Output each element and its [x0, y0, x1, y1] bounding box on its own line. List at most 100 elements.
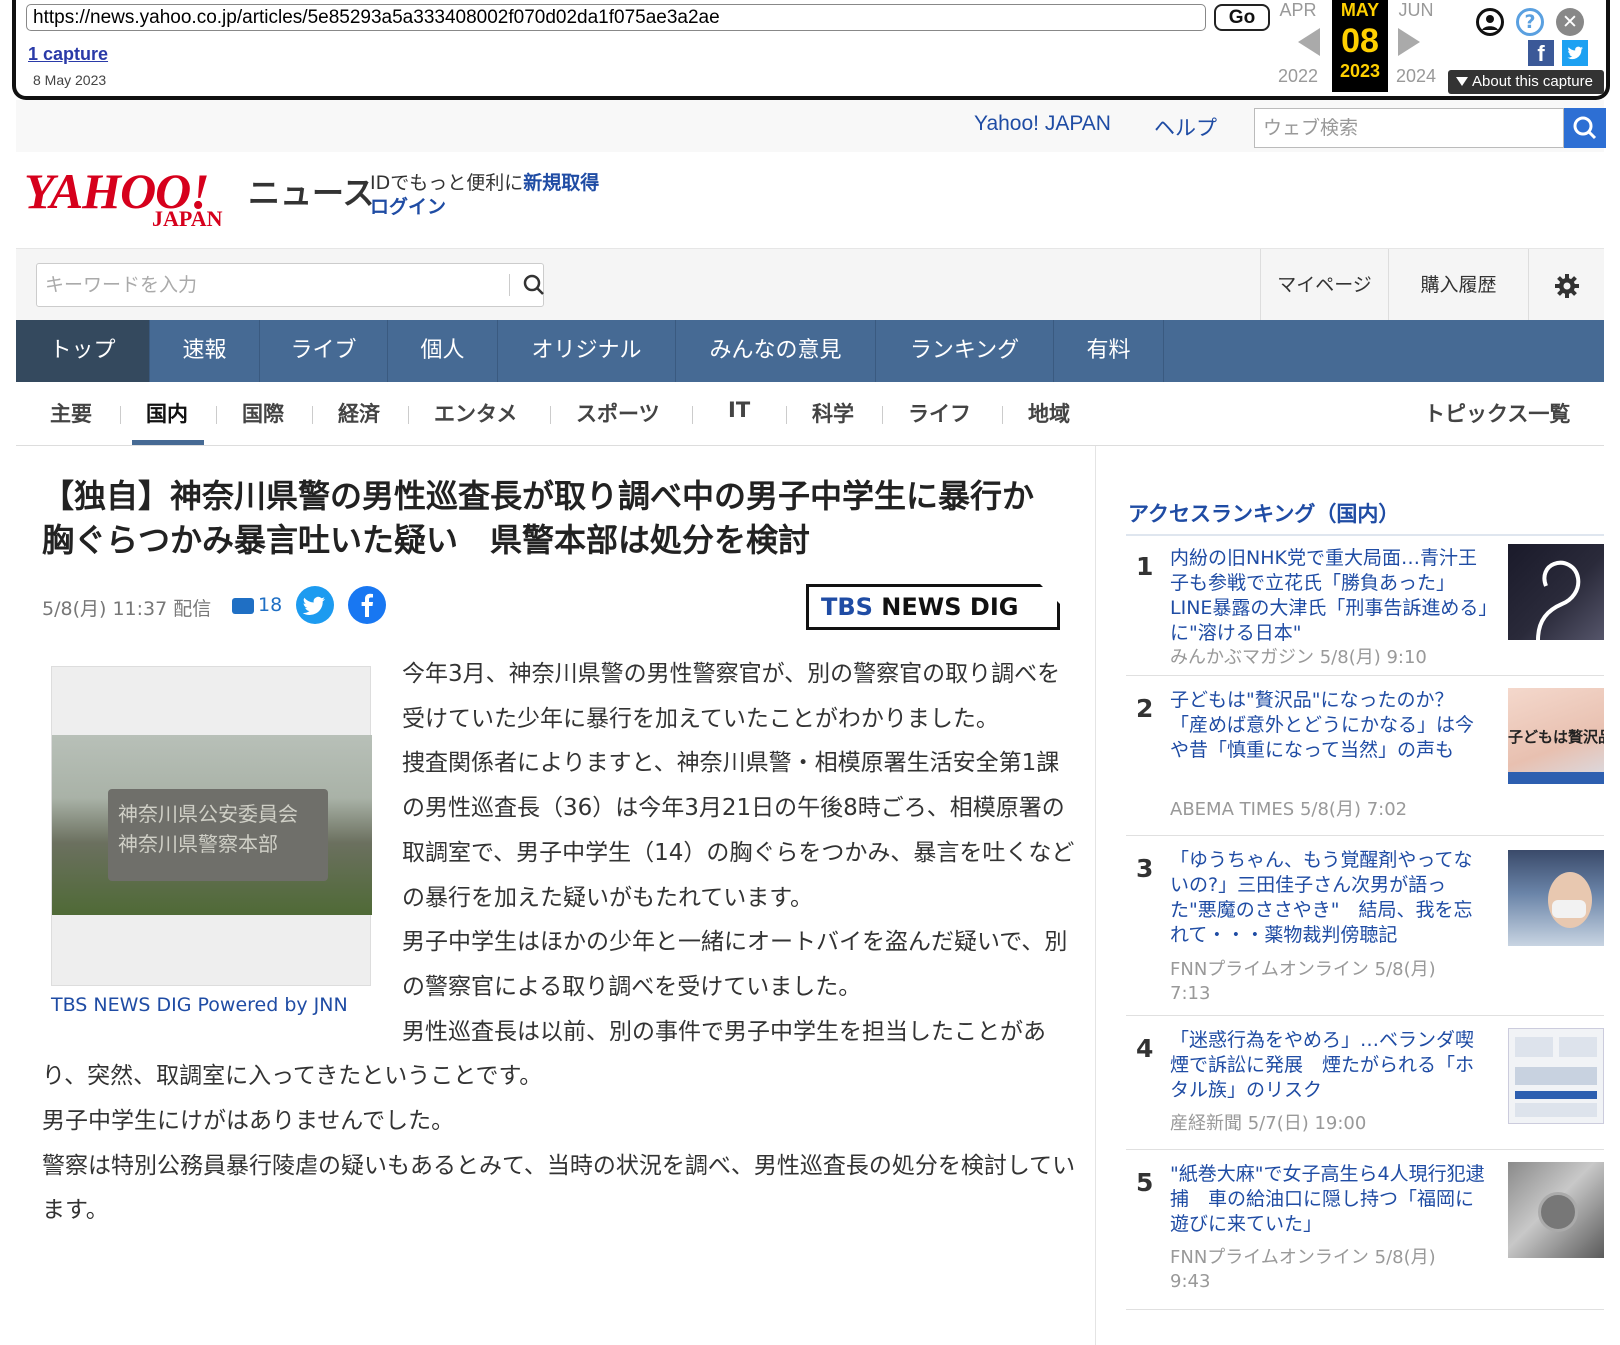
wayback-go-button[interactable]: Go [1214, 4, 1270, 31]
rank-title[interactable]: 「迷惑行為をやめろ」…ベランダ喫煙で訴訟に発展 煙たがられる「ホタル族」のリスク [1170, 1028, 1490, 1103]
web-search-input[interactable]: ウェブ検索 [1254, 108, 1564, 148]
rank-thumbnail[interactable]: 子どもは贅沢品 [1508, 688, 1604, 784]
next-month[interactable]: JUN [1386, 0, 1446, 21]
divider [120, 406, 121, 424]
article-photo[interactable]: 神奈川県公安委員会 神奈川県警察本部 [51, 666, 372, 986]
thumbnail-band [1508, 772, 1604, 784]
rank-thumbnail[interactable] [1508, 850, 1604, 946]
cat-science[interactable]: 科学 [812, 398, 854, 428]
divider [216, 406, 217, 424]
help-icon[interactable]: ? [1516, 8, 1544, 36]
cat-international[interactable]: 国際 [242, 398, 284, 428]
rank-title[interactable]: 子どもは"贅沢品"になったのか？「産めば意外とどうにかなる」は今や昔「慎重になっ… [1170, 688, 1490, 763]
rank-number: 1 [1136, 552, 1154, 581]
purchase-history-link[interactable]: 購入履歴 [1388, 249, 1528, 321]
nav-live[interactable]: ライブ [260, 320, 388, 382]
nav-ranking[interactable]: ランキング [876, 320, 1054, 382]
heading-underline [1126, 534, 1604, 536]
news-service-title[interactable]: ニュース [248, 168, 374, 214]
rank-title[interactable]: "紙巻大麻"で女子高生ら4人現行犯逮捕 車の給油口に隠し持つ「福岡に遊びに来てい… [1170, 1162, 1490, 1237]
cat-it[interactable]: IT [728, 398, 750, 422]
cat-main[interactable]: 主要 [50, 398, 92, 428]
thumbnail-text: 子どもは贅沢品 [1508, 728, 1604, 746]
cat-region[interactable]: 地域 [1028, 398, 1070, 428]
rank-thumbnail[interactable] [1508, 1028, 1604, 1124]
yahoo-utility-bar: Yahoo! JAPAN ヘルプ ウェブ検索 [16, 100, 1606, 152]
twitter-share-icon[interactable] [296, 586, 334, 624]
cat-domestic[interactable]: 国内 [146, 398, 188, 428]
cat-sports[interactable]: スポーツ [576, 398, 660, 428]
wayback-toolbar: https://news.yahoo.co.jp/articles/5e8529… [12, 0, 1610, 100]
rank-source: FNNプライムオンライン 5/8(月) 9:43 [1170, 1247, 1436, 1292]
divider [550, 406, 551, 424]
help-link[interactable]: ヘルプ [1154, 112, 1217, 142]
nav-opinions[interactable]: みんなの意見 [676, 320, 876, 382]
current-capture-date: MAY 08 2023 [1332, 0, 1388, 92]
tbs-news-dig-logo[interactable]: TBS NEWS DIG [806, 584, 1060, 630]
mypage-link[interactable]: マイページ [1260, 249, 1388, 321]
ranking-item[interactable]: 1 内紛の旧NHK党で重大局面…青汁王子も参戦で立花氏「勝負あった」LINE暴露… [1126, 542, 1604, 676]
search-icon[interactable] [521, 272, 547, 298]
current-year: 2023 [1339, 61, 1381, 81]
rank-title[interactable]: 内紛の旧NHK党で重大局面…青汁王子も参戦で立花氏「勝負あった」LINE暴露の大… [1170, 546, 1490, 646]
search-divider [509, 274, 510, 296]
keyword-search-input[interactable]: キーワードを入力 [36, 263, 544, 307]
nav-original[interactable]: オリジナル [498, 320, 676, 382]
rank-title[interactable]: 「ゆうちゃん、もう覚醒剤やってないの?」三田佳子さん次男が語った"悪魔のささやき… [1170, 848, 1490, 948]
nav-personal[interactable]: 個人 [388, 320, 498, 382]
nav-top[interactable]: トップ [16, 320, 150, 382]
about-capture-button[interactable]: About this capture [1448, 70, 1604, 94]
police-hq-sign-image: 神奈川県公安委員会 神奈川県警察本部 [52, 735, 372, 915]
photo-caption[interactable]: TBS NEWS DIG Powered by JNN [51, 994, 348, 1016]
thumbnail-mask [1552, 900, 1586, 918]
rank-source: ABEMA TIMES 5/8(月) 7:02 [1170, 799, 1408, 820]
yahoo-japan-link[interactable]: Yahoo! JAPAN [974, 112, 1111, 136]
ranking-heading: アクセスランキング（国内） [1128, 502, 1400, 526]
web-search-button[interactable] [1564, 108, 1606, 148]
nav-breaking[interactable]: 速報 [150, 320, 260, 382]
cat-economy[interactable]: 経済 [338, 398, 380, 428]
ranking-item[interactable]: 2 子どもは"贅沢品"になったのか？「産めば意外とどうにかなる」は今や昔「慎重に… [1126, 676, 1604, 836]
topics-list-link[interactable]: トピックス一覧 [1424, 398, 1570, 428]
article: 【独自】神奈川県警の男性巡査長が取り調べ中の男子中学生に暴行か 胸ぐらつかみ暴言… [16, 446, 1096, 1345]
ranking-item[interactable]: 5 "紙巻大麻"で女子高生ら4人現行犯逮捕 車の給油口に隠し持つ「福岡に遊びに来… [1126, 1150, 1604, 1310]
twitter-share-icon[interactable] [1562, 40, 1588, 66]
thumbnail-block [1515, 1103, 1597, 1117]
rank-thumbnail[interactable] [1508, 544, 1604, 641]
comments-link[interactable]: 18 [232, 594, 282, 616]
rank-number: 3 [1136, 854, 1154, 883]
rank-source: みんかぶマガジン 5/8(月) 9:10 [1170, 647, 1427, 668]
thumbnail-block [1515, 1067, 1597, 1085]
wayback-url-input[interactable]: https://news.yahoo.co.jp/articles/5e8529… [26, 4, 1206, 31]
login-link[interactable]: ログイン [370, 192, 446, 219]
captures-link[interactable]: 1 capture [28, 44, 108, 65]
signup-link[interactable]: 新規取得 [523, 172, 599, 194]
cat-entertainment[interactable]: エンタメ [434, 398, 517, 428]
nav-paid[interactable]: 有料 [1054, 320, 1164, 382]
current-day: 08 [1341, 22, 1379, 60]
rank-number: 4 [1136, 1034, 1154, 1063]
rank-thumbnail[interactable] [1508, 1162, 1604, 1258]
account-icon[interactable] [1476, 8, 1504, 36]
settings-button[interactable] [1528, 249, 1604, 321]
id-promo-text: IDでもっと便利に [370, 172, 524, 194]
thumbnail-block [1515, 1037, 1553, 1057]
tbs-logo-text: TBS [821, 593, 873, 621]
ranking-item[interactable]: 4 「迷惑行為をやめろ」…ベランダ喫煙で訴訟に発展 煙たがられる「ホタル族」のリ… [1126, 1016, 1604, 1150]
rank-source: 産経新聞 5/7(日) 19:00 [1170, 1113, 1367, 1134]
ranking-item[interactable]: 3 「ゆうちゃん、もう覚醒剤やってないの?」三田佳子さん次男が語った"悪魔のささ… [1126, 836, 1604, 1016]
divider [786, 406, 787, 424]
prev-year[interactable]: 2022 [1268, 66, 1328, 87]
cat-life[interactable]: ライフ [908, 398, 971, 428]
prev-month[interactable]: APR [1268, 0, 1328, 21]
prev-capture-arrow-icon[interactable] [1298, 28, 1320, 56]
yahoo-japan-logo[interactable]: YAHOO! JAPAN [24, 166, 222, 231]
next-year[interactable]: 2024 [1386, 66, 1446, 87]
facebook-share-icon[interactable] [348, 586, 386, 624]
japan-logo-text: JAPAN [152, 206, 223, 231]
facebook-share-icon[interactable]: f [1528, 40, 1554, 66]
close-icon[interactable]: ✕ [1556, 8, 1584, 36]
active-category-indicator [132, 440, 204, 445]
next-capture-arrow-icon[interactable] [1398, 28, 1420, 56]
main-nav: トップ 速報 ライブ 個人 オリジナル みんなの意見 ランキング 有料 [16, 320, 1604, 382]
